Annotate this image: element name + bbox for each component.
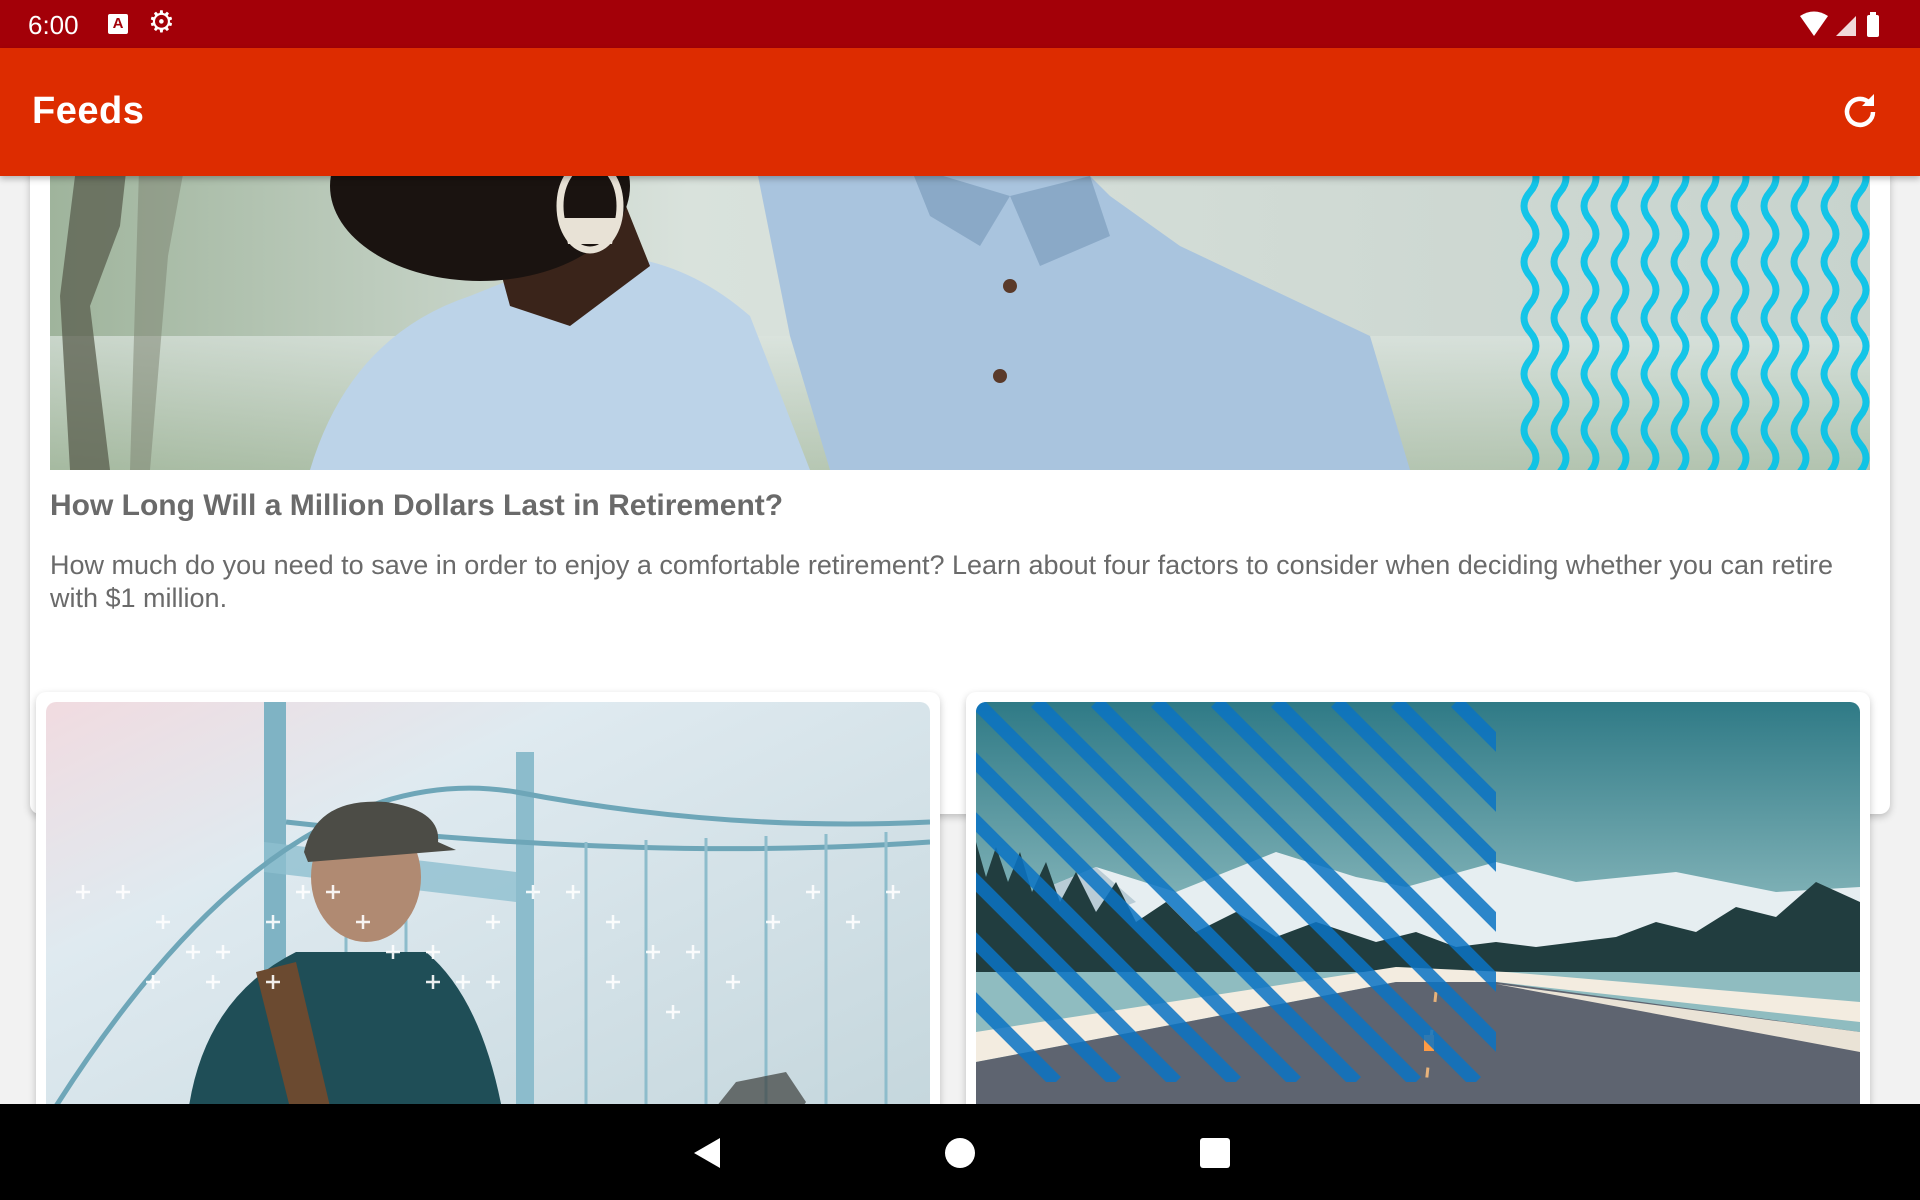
back-button[interactable] — [684, 1128, 734, 1178]
bridge-traveler-photo — [46, 702, 930, 1104]
status-right-icons — [1798, 10, 1888, 38]
couple-photo — [50, 176, 1870, 470]
refresh-icon — [1844, 94, 1876, 128]
home-icon — [945, 1138, 975, 1168]
app-bar: Feeds — [0, 48, 1920, 176]
recents-icon — [1200, 1138, 1230, 1168]
mountain-road-photo — [976, 702, 1860, 1104]
signal-icon — [1836, 16, 1856, 36]
article-description: How much do you need to save in order to… — [50, 550, 1834, 613]
back-icon — [694, 1138, 720, 1168]
feed-list[interactable]: How Long Will a Million Dollars Last in … — [0, 176, 1920, 1104]
status-bar: 6:00 A ⚙ — [0, 0, 1920, 48]
battery-icon — [1867, 12, 1879, 37]
page-title: Feeds — [32, 90, 145, 132]
home-button[interactable] — [935, 1128, 985, 1178]
status-time: 6:00 — [28, 10, 79, 40]
article-card-bridge[interactable] — [36, 692, 940, 1104]
settings-gear-icon: ⚙ — [148, 6, 175, 39]
article-card-road[interactable] — [966, 692, 1870, 1104]
refresh-button[interactable] — [1838, 90, 1882, 134]
wifi-icon — [1800, 11, 1828, 36]
recents-button[interactable] — [1190, 1128, 1240, 1178]
accessibility-a-icon: A — [108, 14, 128, 34]
navigation-bar — [0, 1104, 1920, 1200]
article-title: How Long Will a Million Dollars Last in … — [50, 489, 784, 522]
